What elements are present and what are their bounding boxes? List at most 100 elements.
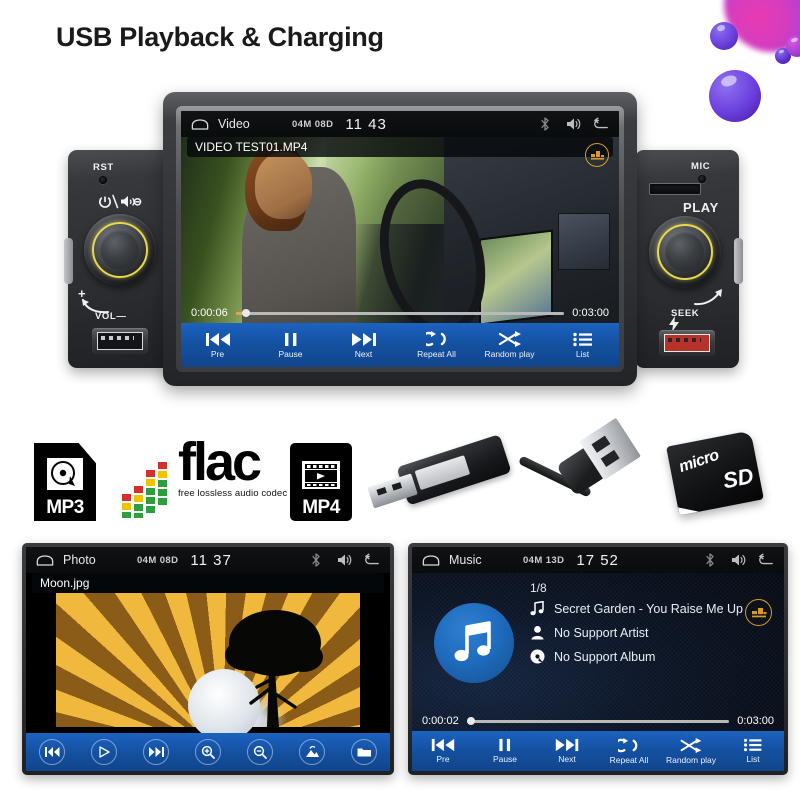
car-side-panel <box>557 213 611 270</box>
album-row: No Support Album <box>530 649 743 664</box>
music-progress-bar[interactable] <box>466 717 730 725</box>
volume-icon[interactable] <box>336 552 352 568</box>
track-title-row: Secret Garden - You Raise Me Up <box>530 601 743 616</box>
bluetooth-icon[interactable] <box>308 552 324 568</box>
home-icon[interactable] <box>422 554 440 566</box>
video-progress-knob[interactable] <box>241 309 250 317</box>
list-button[interactable]: List <box>546 323 619 367</box>
list-button[interactable]: List <box>722 731 784 771</box>
repeat-icon <box>618 737 638 752</box>
usb-port-playback[interactable] <box>92 328 148 354</box>
next-button[interactable]: Next <box>536 731 598 771</box>
random-play-button[interactable]: Random play <box>473 323 546 367</box>
volume-icon[interactable] <box>730 552 746 568</box>
volume-label: VOL— <box>95 311 126 322</box>
flac-wordmark: flac <box>178 432 262 492</box>
shuffle-icon <box>680 737 702 753</box>
folder-button[interactable] <box>351 739 377 765</box>
back-arrow-icon[interactable] <box>364 552 380 568</box>
mic-hole <box>698 175 706 183</box>
previous-icon <box>205 332 230 346</box>
artist-row: No Support Artist <box>530 625 743 640</box>
volume-knob[interactable] <box>84 214 156 286</box>
bluetooth-icon[interactable] <box>537 116 553 132</box>
reset-hole[interactable] <box>99 176 107 184</box>
volume-text: VOL <box>95 311 117 322</box>
volume-icon[interactable] <box>565 116 581 132</box>
rotate-button[interactable] <box>299 739 325 765</box>
previous-button[interactable]: Pre <box>181 323 254 367</box>
photo-filename-bar: Moon.jpg <box>32 573 384 593</box>
rotate-image-icon <box>305 746 319 757</box>
folder-icon <box>357 748 371 757</box>
back-arrow-icon[interactable] <box>593 116 609 132</box>
micro-sd-slot[interactable] <box>649 183 701 195</box>
next-icon <box>351 332 376 346</box>
repeat-all-button[interactable]: Repeat All <box>598 731 660 771</box>
sd-card-logo: SD <box>720 462 756 494</box>
panel-clip-right <box>734 238 743 284</box>
knob-yellow-ring <box>92 222 148 278</box>
music-progress-knob[interactable] <box>466 717 475 725</box>
photo-screen: Photo 04M 08D 11 37 Moon.jpg <box>26 547 390 771</box>
flac-bars-icon <box>122 462 167 518</box>
usb-cable <box>517 417 670 534</box>
equalizer-icon[interactable] <box>745 599 772 626</box>
shuffle-icon <box>498 331 521 347</box>
previous-button[interactable]: Pre <box>412 731 474 771</box>
purple-sphere-large <box>709 70 761 122</box>
time-label: 17 52 <box>576 551 619 569</box>
video-progress-bar[interactable] <box>235 309 565 317</box>
previous-button[interactable] <box>39 739 65 765</box>
video-duration: 0:03:00 <box>572 307 609 319</box>
home-icon[interactable] <box>36 554 54 566</box>
pause-button[interactable]: Pause <box>254 323 327 367</box>
repeat-all-button[interactable]: Repeat All <box>400 323 473 367</box>
reset-label: RST <box>93 162 114 173</box>
back-arrow-icon[interactable] <box>758 552 774 568</box>
equalizer-icon[interactable] <box>585 143 609 167</box>
date-label: 04M 08D <box>292 118 334 130</box>
source-label: Music <box>449 553 482 567</box>
flash-drive-label <box>414 455 471 491</box>
zoom-out-button[interactable] <box>247 739 273 765</box>
photo-artwork <box>56 593 360 741</box>
music-note-icon <box>454 621 491 662</box>
artist-name: No Support Artist <box>554 625 649 640</box>
music-elapsed: 0:00:02 <box>422 715 459 727</box>
time-label: 11 43 <box>345 115 387 133</box>
album-name: No Support Album <box>554 649 656 664</box>
track-info: 1/8 Secret Garden - You Raise Me Up No S… <box>530 581 743 673</box>
next-button[interactable] <box>143 739 169 765</box>
next-label: Next <box>558 754 576 764</box>
left-control-panel: RST + VOL— <box>64 150 172 368</box>
date-label: 04M 08D <box>137 554 179 566</box>
pause-icon <box>284 332 296 346</box>
zoom-in-button[interactable] <box>195 739 221 765</box>
video-screen: Video 04M 08D 11 43 VIDEO TEST01.MP4 0:0… <box>181 111 619 367</box>
random-play-button[interactable]: Random play <box>660 731 722 771</box>
next-button[interactable]: Next <box>327 323 400 367</box>
flac-tagline: free lossless audio codec <box>178 487 288 499</box>
mp3-label: MP3 <box>46 497 84 518</box>
photo-filename: Moon.jpg <box>40 576 90 590</box>
home-icon[interactable] <box>191 118 209 130</box>
track-index: 1/8 <box>530 581 547 595</box>
screen-bezel: Video 04M 08D 11 43 VIDEO TEST01.MP4 0:0… <box>176 106 624 372</box>
random-play-label: Random play <box>665 754 717 765</box>
list-icon <box>572 332 592 346</box>
next-icon <box>148 747 164 757</box>
music-duration: 0:03:00 <box>737 715 774 727</box>
play-button[interactable] <box>91 739 117 765</box>
bluetooth-icon[interactable] <box>702 552 718 568</box>
previous-icon <box>44 747 59 757</box>
video-statusbar: Video 04M 08D 11 43 <box>181 111 619 137</box>
equalizer-bars-icon <box>751 608 766 618</box>
next-icon <box>555 738 579 752</box>
seek-knob[interactable] <box>649 216 721 288</box>
date-label: 04M 13D <box>523 554 565 566</box>
play-icon <box>99 746 110 758</box>
pause-button[interactable]: Pause <box>474 731 536 771</box>
usb-port-charging[interactable] <box>659 330 715 356</box>
source-label: Photo <box>63 553 96 567</box>
